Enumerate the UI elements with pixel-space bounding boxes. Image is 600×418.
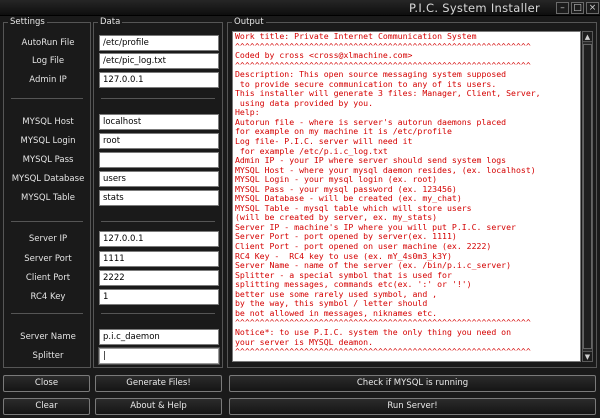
clear-button[interactable]: Clear bbox=[3, 398, 90, 415]
server-port-input[interactable]: 1111 bbox=[99, 251, 219, 267]
autorun-file-input[interactable]: /etc/profile bbox=[99, 35, 219, 51]
autorun-file-label: AutoRun File bbox=[21, 38, 75, 48]
divider bbox=[11, 98, 83, 99]
maximize-icon[interactable]: □ bbox=[571, 2, 584, 14]
output-line: ^^^^^^^^^^^^^^^^^^^^^^^^^^^^^^^^^^^^^^^^… bbox=[235, 346, 531, 357]
divider bbox=[11, 313, 83, 314]
settings-panel-title: Settings bbox=[8, 17, 47, 28]
check-mysql-button[interactable]: Check if MYSQL is running bbox=[229, 375, 596, 392]
client-port-label: Client Port bbox=[25, 273, 71, 283]
divider bbox=[101, 221, 215, 222]
data-panel-title: Data bbox=[98, 17, 123, 28]
divider bbox=[101, 313, 215, 314]
window-title: P.I.C. System Installer bbox=[408, 1, 540, 15]
server-name-label: Server Name bbox=[20, 332, 76, 342]
output-panel: Output Work title: Private Internet Comm… bbox=[227, 17, 597, 368]
generate-files-button[interactable]: Generate Files! bbox=[95, 375, 222, 392]
server-ip-label: Server IP bbox=[28, 234, 68, 244]
server-ip-input[interactable]: 127.0.0.1 bbox=[99, 231, 219, 247]
settings-panel: Settings AutoRun File Log File Admin IP MYS… bbox=[3, 17, 91, 368]
about-help-button[interactable]: About & Help bbox=[95, 398, 222, 415]
divider bbox=[11, 221, 83, 222]
mysql-table-input[interactable]: stats bbox=[99, 190, 219, 206]
server-name-input[interactable]: p.i.c_daemon bbox=[99, 329, 219, 345]
mysql-host-input[interactable]: localhost bbox=[99, 114, 219, 130]
log-file-label: Log File bbox=[31, 56, 65, 66]
log-file-input[interactable]: /etc/pic_log.txt bbox=[99, 53, 219, 69]
divider bbox=[101, 98, 215, 99]
run-server-button[interactable]: Run Server! bbox=[229, 398, 596, 415]
client-port-input[interactable]: 2222 bbox=[99, 270, 219, 286]
mysql-database-label: MYSQL Database bbox=[11, 174, 85, 184]
admin-ip-input[interactable]: 127.0.0.1 bbox=[99, 72, 219, 88]
close-button[interactable]: Close bbox=[3, 375, 90, 392]
data-panel: Data /etc/profile/etc/pic_log.txt 127.0.0… bbox=[93, 17, 223, 368]
rc4-key-input[interactable]: 1 bbox=[99, 289, 219, 305]
splitter-input[interactable]: | bbox=[98, 347, 220, 365]
scroll-up-icon[interactable]: ▲ bbox=[583, 32, 592, 42]
mysql-pass-label: MYSQL Pass bbox=[22, 155, 74, 165]
mysql-pass-input[interactable] bbox=[99, 152, 219, 168]
output-panel-title: Output bbox=[232, 17, 266, 28]
rc4-key-label: RC4 Key bbox=[30, 292, 66, 302]
minimize-icon[interactable]: – bbox=[556, 2, 569, 14]
output-scrollbar[interactable]: ▲ ▼ bbox=[582, 31, 593, 362]
scroll-down-icon[interactable]: ▼ bbox=[583, 351, 592, 361]
mysql-database-input[interactable]: users bbox=[99, 171, 219, 187]
server-port-label: Server Port bbox=[24, 254, 72, 264]
mysql-login-label: MYSQL Login bbox=[20, 136, 76, 146]
mysql-login-input[interactable]: root bbox=[99, 133, 219, 149]
mysql-table-label: MYSQL Table bbox=[20, 193, 76, 203]
close-window-icon[interactable]: × bbox=[586, 2, 599, 14]
output-text-area[interactable]: Work title: Private Internet Communicati… bbox=[232, 31, 581, 362]
splitter-label: Splitter bbox=[32, 351, 64, 361]
title-bar: P.I.C. System Installer – □ × bbox=[0, 0, 600, 16]
mysql-host-label: MYSQL Host bbox=[22, 117, 74, 127]
scrollbar-thumb[interactable] bbox=[583, 44, 592, 349]
output-line: using data provided by you. bbox=[235, 97, 374, 108]
admin-ip-label: Admin IP bbox=[29, 75, 67, 85]
